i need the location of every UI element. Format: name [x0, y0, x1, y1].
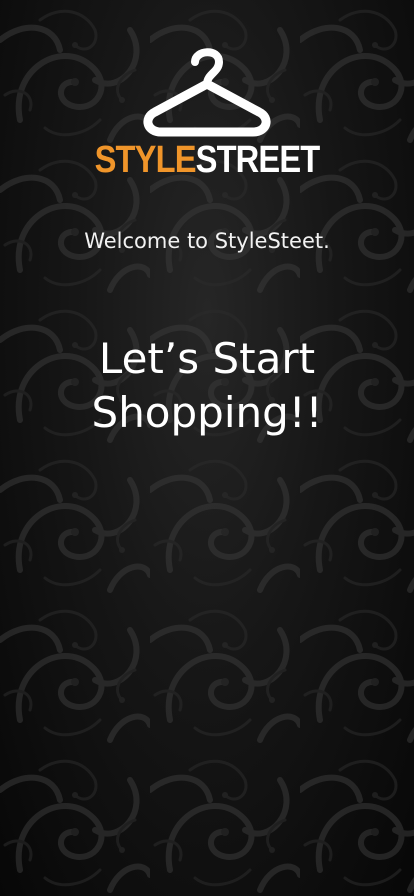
- splash-screen: STYLESTREET Welcome to StyleSteet. Let’s…: [0, 0, 414, 896]
- stylestreet-logo: STYLESTREET: [0, 40, 414, 180]
- brand-wordmark: STYLESTREET: [29, 140, 385, 180]
- welcome-text: Welcome to StyleSteet.: [84, 229, 330, 253]
- headline: Let’s Start Shopping!!: [0, 332, 414, 440]
- headline-line-2: Shopping!!: [91, 388, 323, 437]
- headline-line-1: Let’s Start: [98, 334, 316, 383]
- hanger-icon: [143, 48, 271, 137]
- brand-part-style: STYLE: [94, 139, 197, 181]
- brand-part-street: STREET: [195, 139, 321, 181]
